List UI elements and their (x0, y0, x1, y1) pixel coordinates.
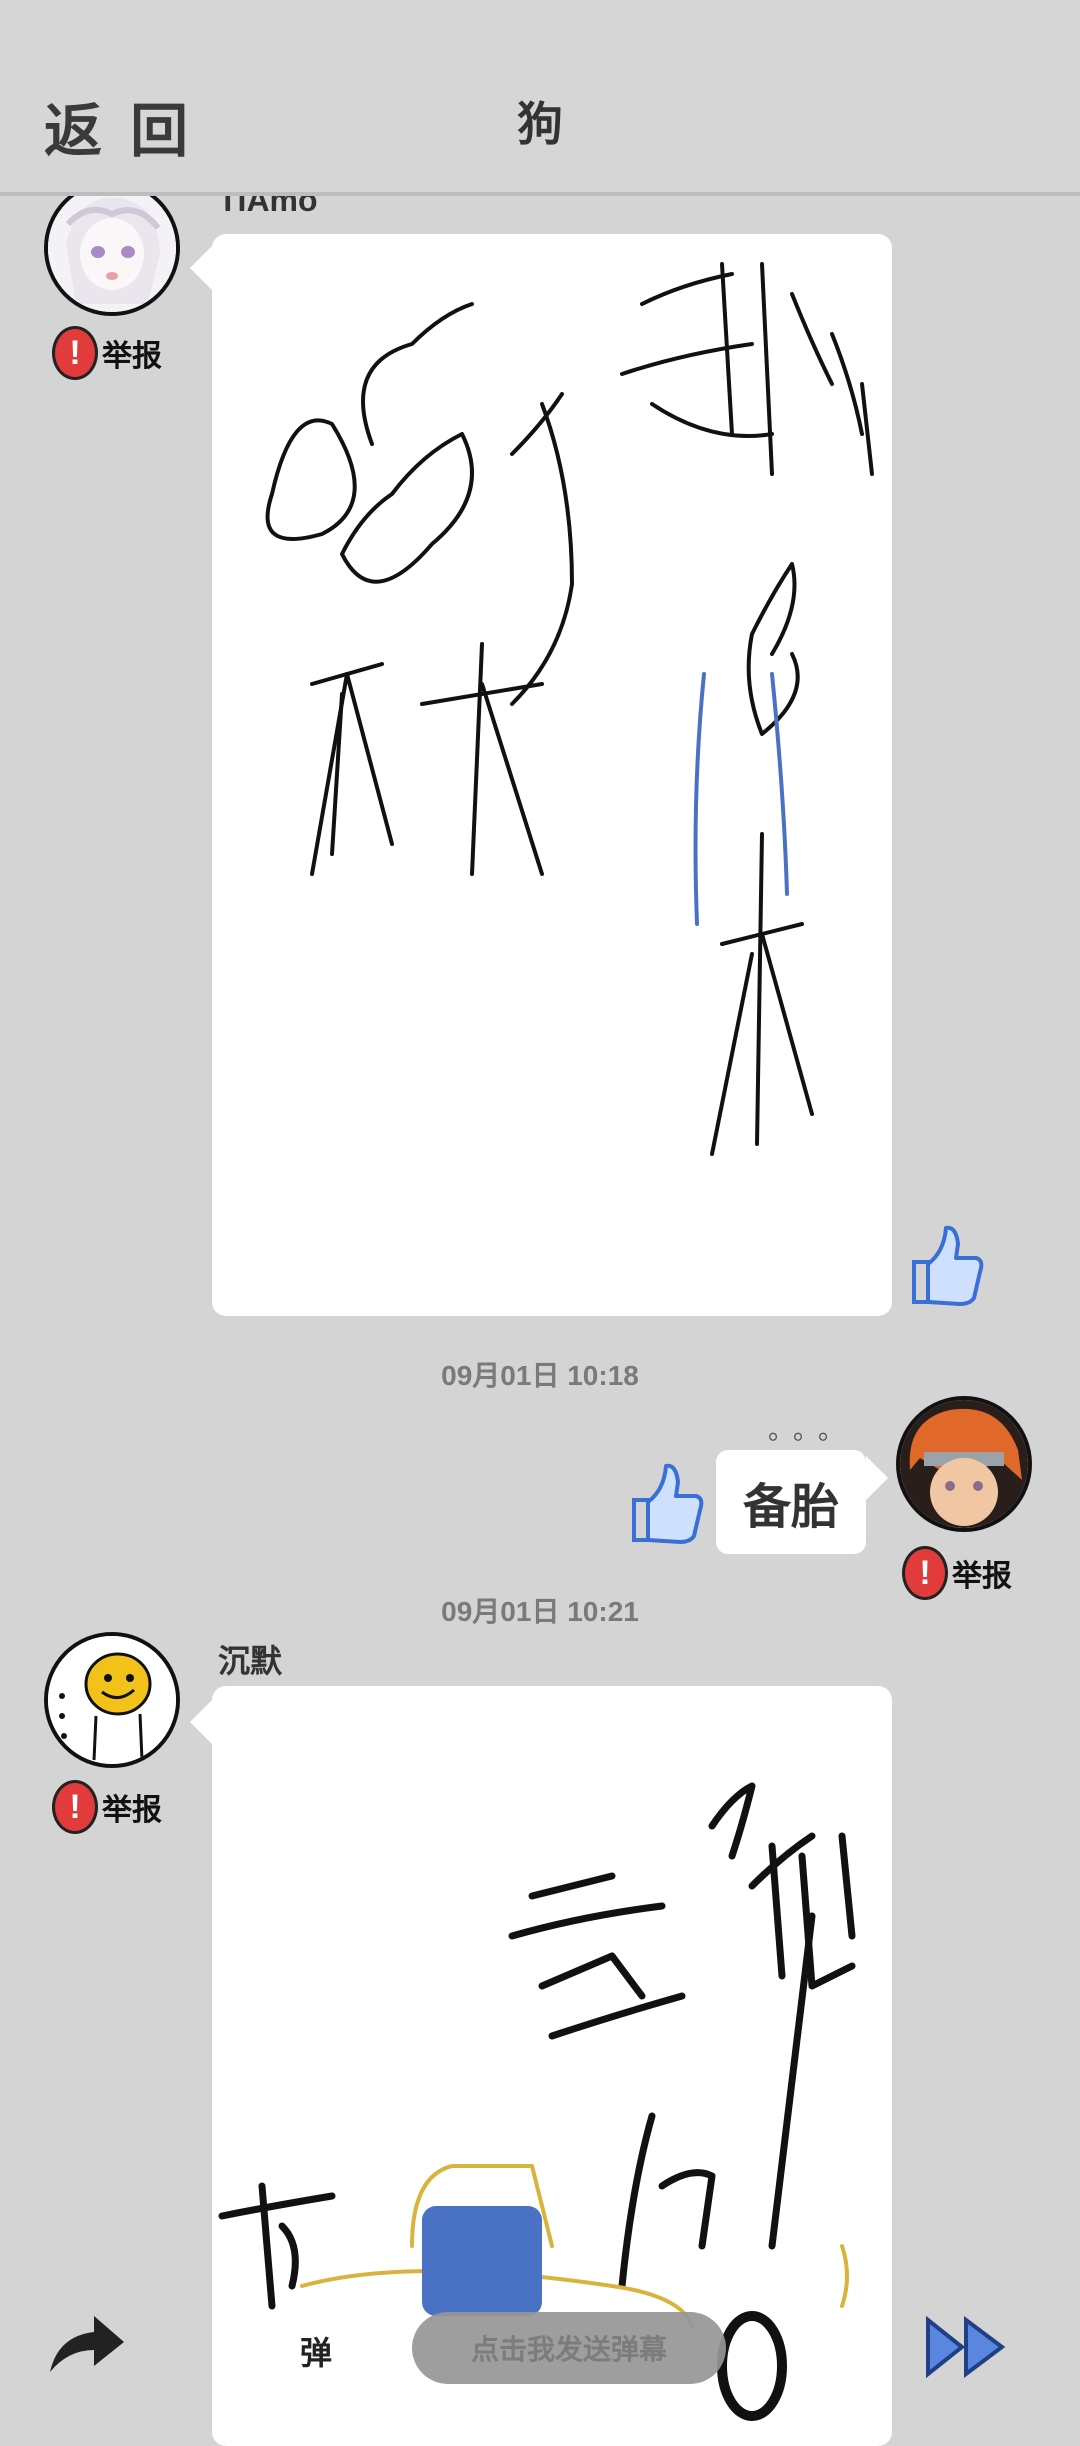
like-icon[interactable] (904, 1222, 984, 1306)
drawing-message-card[interactable] (212, 234, 892, 1316)
message-timestamp: 09月01日 10:18 (441, 1360, 639, 1391)
avatar-orange-hair-icon (900, 1400, 1028, 1528)
bubble-pointer (866, 1456, 888, 1500)
report-icon: ! (52, 1780, 98, 1834)
page-title: 狗 (517, 98, 563, 150)
avatar[interactable] (44, 180, 180, 316)
danmu-toggle-label: 弹 (299, 2335, 332, 2371)
like-icon[interactable] (624, 1460, 704, 1544)
top-bar: 返 回 狗 (0, 0, 1080, 196)
report-label: 举报 (952, 1560, 1012, 1593)
typing-indicator: 。。。 (768, 1415, 857, 1445)
message-timestamp: 09月01日 10:21 (441, 1596, 639, 1627)
card-pointer (190, 246, 212, 290)
report-label: 举报 (102, 1794, 162, 1827)
message-username: 沉默 (218, 1643, 283, 1679)
doodle-blue-lines (693, 672, 789, 926)
avatar[interactable] (44, 1632, 180, 1768)
report-button[interactable]: ! 举报 (52, 326, 162, 380)
avatar[interactable] (896, 1396, 1032, 1532)
report-label: 举报 (102, 340, 162, 373)
share-icon[interactable] (44, 2310, 128, 2380)
danmu-toggle-button[interactable]: 弹 (276, 2316, 356, 2386)
danmu-input[interactable]: 点击我发送弹幕 (412, 2312, 726, 2384)
bottom-bar: 弹 点击我发送弹幕 (0, 2290, 1080, 2400)
card-pointer (190, 1700, 212, 1744)
avatar-anime-girl-icon (48, 184, 176, 312)
report-button[interactable]: ! 举报 (52, 1780, 162, 1834)
fast-forward-icon[interactable] (924, 2316, 1008, 2378)
report-icon: ! (52, 326, 98, 380)
text-message-bubble[interactable]: 备胎 (716, 1450, 866, 1554)
avatar-smiley-icon (48, 1636, 176, 1764)
